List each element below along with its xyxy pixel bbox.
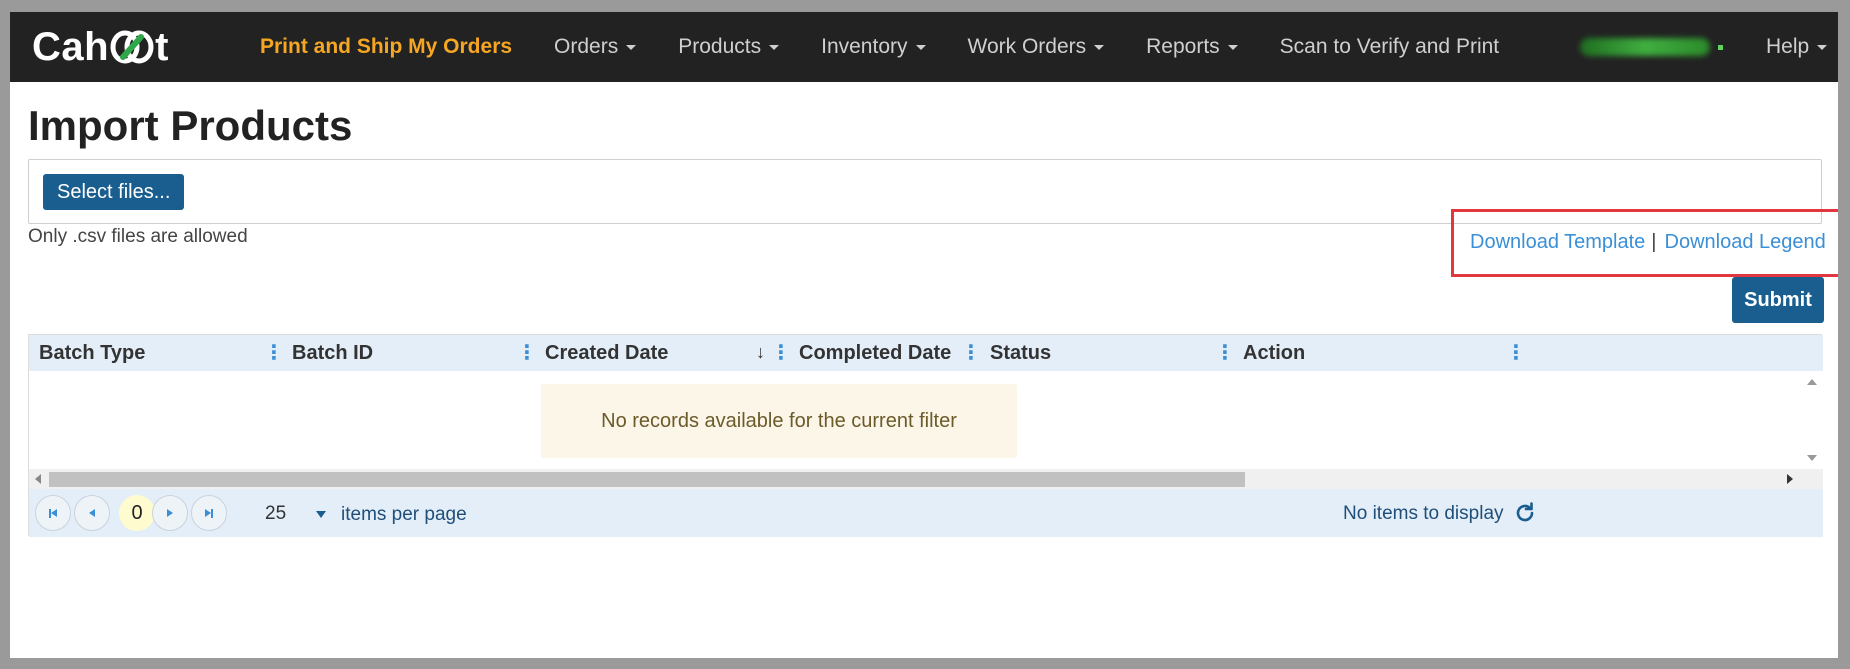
previous-icon (89, 509, 95, 517)
vertical-scrollbar[interactable] (1801, 371, 1823, 469)
caret-down-icon (915, 44, 926, 50)
items-per-page-label: items per page (341, 504, 467, 525)
caret-down-icon (626, 44, 637, 50)
caret-down-icon (1817, 44, 1828, 50)
next-icon (167, 509, 173, 517)
nav-label: Work Orders (967, 35, 1087, 58)
column-header-batch-id[interactable]: Batch ID (292, 335, 373, 371)
user-caret-icon (1718, 44, 1723, 50)
download-template-link[interactable]: Download Template (1470, 231, 1645, 254)
nav-scan-to-verify[interactable]: Scan to Verify and Print (1280, 35, 1499, 59)
page-size-select[interactable]: 25 (265, 503, 286, 525)
column-menu-icon[interactable]: ⋮ (264, 343, 284, 363)
top-navbar: Cah t Print and Ship My Orders Orders Pr… (10, 12, 1838, 82)
nav-label: Products (678, 35, 762, 58)
column-menu-icon[interactable]: ⋮ (961, 343, 981, 363)
scroll-up-icon[interactable] (1807, 379, 1817, 385)
scroll-left-icon[interactable] (35, 474, 41, 484)
redacted-username (1580, 38, 1710, 56)
last-page-button[interactable] (191, 495, 227, 531)
page-title: Import Products (28, 102, 353, 149)
upload-hint: Only .csv files are allowed (28, 226, 248, 247)
app-window: Cah t Print and Ship My Orders Orders Pr… (10, 12, 1838, 658)
pager-status: No items to display (1343, 503, 1504, 524)
scroll-right-icon[interactable] (1787, 474, 1793, 484)
grid-body: No records available for the current fil… (29, 371, 1823, 469)
sort-descending-icon: ↓ (756, 342, 765, 362)
column-label: Batch Type (39, 341, 146, 364)
nav-label: Scan to Verify and Print (1279, 35, 1500, 58)
previous-page-button[interactable] (74, 495, 110, 531)
nav-label: Reports (1146, 35, 1220, 58)
nav-inventory[interactable]: Inventory (821, 35, 926, 59)
download-legend-link[interactable]: Download Legend (1665, 231, 1826, 254)
column-label: Action (1243, 341, 1306, 364)
logo-text-ca: Cah (32, 24, 110, 69)
empty-state-message: No records available for the current fil… (541, 384, 1017, 458)
caret-down-icon (769, 44, 780, 50)
column-menu-icon[interactable]: ⋮ (1506, 343, 1526, 363)
nav-reports[interactable]: Reports (1146, 35, 1238, 59)
column-menu-icon[interactable]: ⋮ (771, 343, 791, 363)
caret-down-icon (1094, 44, 1105, 50)
column-label: Created Date (545, 341, 669, 364)
refresh-icon[interactable] (1513, 501, 1537, 525)
logo-mark-icon (109, 27, 155, 67)
column-header-completed-date[interactable]: Completed Date (799, 335, 951, 371)
column-label: Status (990, 341, 1052, 364)
nav-orders[interactable]: Orders (554, 35, 637, 59)
nav-products[interactable]: Products (678, 35, 780, 59)
column-header-batch-type[interactable]: Batch Type (39, 335, 145, 371)
nav-help[interactable]: Help (1766, 12, 1828, 82)
nav-print-and-ship[interactable]: Print and Ship My Orders (260, 35, 512, 59)
column-header-created-date[interactable]: Created Date (545, 335, 668, 371)
select-files-button[interactable]: Select files... (43, 174, 185, 210)
link-separator: | (1651, 231, 1657, 253)
user-menu[interactable] (1580, 12, 1723, 82)
first-page-button[interactable] (35, 495, 71, 531)
grid-pager: 0 25 items per page No items to display (29, 489, 1823, 537)
column-menu-icon[interactable]: ⋮ (517, 343, 537, 363)
logo-text-t: t (155, 24, 169, 69)
column-label: Batch ID (292, 341, 374, 364)
nav-label: Print and Ship My Orders (260, 35, 513, 58)
column-header-action[interactable]: Action (1243, 335, 1305, 371)
download-links: Download Template | Download Legend (1470, 231, 1826, 254)
submit-button[interactable]: Submit (1732, 277, 1824, 323)
horizontal-scrollbar[interactable] (29, 469, 1823, 489)
column-label: Completed Date (799, 341, 952, 364)
scrollbar-thumb[interactable] (49, 472, 1245, 487)
grid-header: Batch Type ⋮ Batch ID ⋮ Created Date ↓ ⋮… (29, 335, 1823, 371)
column-menu-icon[interactable]: ⋮ (1215, 343, 1235, 363)
page-size-dropdown-icon[interactable] (316, 511, 326, 518)
caret-down-icon (1227, 44, 1238, 50)
nav-work-orders[interactable]: Work Orders (968, 35, 1105, 59)
cahoot-logo[interactable]: Cah t (32, 24, 169, 70)
import-batches-grid: Batch Type ⋮ Batch ID ⋮ Created Date ↓ ⋮… (28, 334, 1823, 537)
current-page-number[interactable]: 0 (119, 495, 155, 531)
nav-label: Inventory (821, 35, 908, 58)
column-header-status[interactable]: Status (990, 335, 1051, 371)
nav-label: Help (1766, 35, 1810, 58)
scroll-down-icon[interactable] (1807, 455, 1817, 461)
next-page-button[interactable] (152, 495, 188, 531)
main-nav: Print and Ship My Orders Orders Products… (260, 12, 1541, 82)
nav-label: Orders (554, 35, 619, 58)
screenshot-frame: Cah t Print and Ship My Orders Orders Pr… (0, 0, 1850, 669)
